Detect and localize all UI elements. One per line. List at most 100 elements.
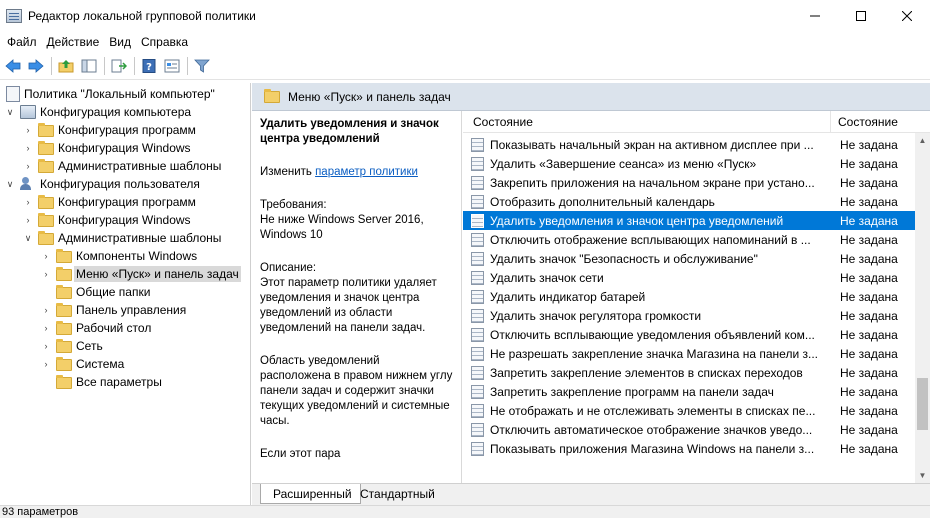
table-row[interactable]: Не разрешать закрепление значка Магазина… [463,344,915,363]
expand-icon[interactable]: › [40,268,52,280]
table-row[interactable]: Запретить закрепление программ на панели… [463,382,915,401]
user-icon [20,177,36,191]
tree-item-desktop[interactable]: › Рабочий стол [40,319,151,337]
scrollbar-thumb[interactable] [917,378,928,430]
expand-icon[interactable]: › [22,124,34,136]
tree-user-admin[interactable]: ∨ Административные шаблоны [22,229,221,247]
tree-item-control-panel[interactable]: › Панель управления [40,301,186,319]
collapse-icon[interactable]: ∨ [4,106,16,118]
folder-icon [38,212,54,227]
column-header-state[interactable]: Состояние [838,115,898,129]
toolbar-separator [187,57,188,75]
table-row[interactable]: Удалить уведомления и значок центра увед… [463,211,915,230]
close-icon [902,10,912,21]
setting-state: Не задана [840,175,898,190]
setting-state: Не задана [840,308,898,323]
tab-extended[interactable]: Расширенный [260,484,361,504]
folder-icon [56,374,72,389]
table-row[interactable]: Отключить автоматическое отображение зна… [463,420,915,439]
tree-item-network[interactable]: › Сеть [40,337,103,355]
table-row[interactable]: Отключить отображение всплывающих напоми… [463,230,915,249]
requirements-text: Не ниже Windows Server 2016, Windows 10 [260,214,424,241]
setting-state: Не задана [840,289,898,304]
filter-button[interactable] [191,55,213,77]
column-header-name[interactable]: Состояние [473,115,533,129]
expand-icon[interactable]: › [40,322,52,334]
forward-button[interactable] [25,55,47,77]
tree-label: Конфигурация программ [58,123,196,137]
table-row[interactable]: Удалить значок сети Не задана [463,268,915,287]
details-pane: Меню «Пуск» и панель задач Удалить уведо… [252,83,930,505]
tab-standard[interactable]: Стандартный [348,484,443,504]
table-row[interactable]: Отобразить дополнительный календарь Не за… [463,192,915,211]
vertical-scrollbar[interactable]: ▲ ▼ [915,133,930,483]
tree-label: Административные шаблоны [58,231,222,245]
tree-label: Сеть [76,339,103,353]
folder-icon [38,158,54,173]
tree-item-system[interactable]: › Система [40,355,124,373]
collapse-icon[interactable]: ∨ [4,178,16,190]
setting-state: Не задана [840,194,898,209]
expand-icon[interactable]: › [22,142,34,154]
table-row[interactable]: Отключить всплывающие уведомления объявл… [463,325,915,344]
close-button[interactable] [884,0,930,31]
table-row[interactable]: Удалить индикатор батарей Не задана [463,287,915,306]
setting-state: Не задана [840,403,898,418]
properties-button[interactable] [161,55,183,77]
scroll-up-icon[interactable]: ▲ [915,133,930,148]
expand-icon[interactable]: › [40,358,52,370]
expand-icon[interactable]: › [22,160,34,172]
menu-view[interactable]: Вид [104,35,136,49]
tree-item-windows-components[interactable]: › Компоненты Windows [40,247,197,265]
maximize-button[interactable] [838,0,884,31]
tree-item-start-menu[interactable]: › Меню «Пуск» и панель задач [40,265,241,283]
collapse-icon[interactable]: ∨ [22,232,34,244]
minimize-button[interactable] [792,0,838,31]
tree-computer-config[interactable]: ∨ Конфигурация компьютера [4,103,191,121]
setting-name: Удалить уведомления и значок центра увед… [490,213,784,228]
export-button[interactable] [108,55,130,77]
up-folder-button[interactable] [55,55,77,77]
tree-label: Политика "Локальный компьютер" [24,87,215,101]
tree-comp-windows[interactable]: › Конфигурация Windows [22,139,191,157]
table-row[interactable]: Запретить закрепление элементов в списка… [463,363,915,382]
app-icon [6,8,22,23]
scroll-down-icon[interactable]: ▼ [915,468,930,483]
back-button[interactable] [2,55,24,77]
show-hide-tree-button[interactable] [78,55,100,77]
tree-comp-programs[interactable]: › Конфигурация программ [22,121,196,139]
tree-user-windows[interactable]: › Конфигурация Windows [22,211,191,229]
menu-action[interactable]: Действие [42,35,105,49]
setting-state: Не задана [840,156,898,171]
settings-list: Состояние Состояние Показывать начальный… [463,111,930,483]
table-row[interactable]: Показывать начальный экран на активном д… [463,135,915,154]
edit-policy-link[interactable]: параметр политики [315,166,418,178]
expand-icon[interactable]: › [22,214,34,226]
tree-item-shared-folders[interactable]: Общие папки [56,283,150,301]
menu-file[interactable]: Файл [2,35,42,49]
policy-setting-icon [471,384,484,399]
expand-icon[interactable]: › [40,304,52,316]
table-row[interactable]: Закрепить приложения на начальном экране… [463,173,915,192]
tree-item-all-settings[interactable]: Все параметры [56,373,162,391]
table-row[interactable]: Удалить «Завершение сеанса» из меню «Пус… [463,154,915,173]
tree-user-config[interactable]: ∨ Конфигурация пользователя [4,175,200,193]
menu-help[interactable]: Справка [136,35,193,49]
table-row[interactable]: Не отображать и не отслеживать элементы … [463,401,915,420]
tree-comp-admin[interactable]: › Административные шаблоны [22,157,221,175]
tree-label: Административные шаблоны [58,159,222,173]
policy-setting-icon [471,327,484,342]
tree-root[interactable]: Политика "Локальный компьютер" [4,85,215,103]
setting-name: Отключить отображение всплывающих напоми… [490,232,811,247]
help-button[interactable]: ? [138,55,160,77]
column-divider[interactable] [830,111,831,133]
computer-icon [20,105,36,119]
tree-user-programs[interactable]: › Конфигурация программ [22,193,196,211]
table-row[interactable]: Показывать приложения Магазина Windows н… [463,439,915,458]
table-row[interactable]: Удалить значок регулятора громкости Не за… [463,306,915,325]
expand-icon[interactable]: › [40,340,52,352]
expand-icon[interactable]: › [22,196,34,208]
table-row[interactable]: Удалить значок "Безопасность и обслужива… [463,249,915,268]
expand-icon[interactable]: › [40,250,52,262]
setting-state: Не задана [840,346,898,361]
